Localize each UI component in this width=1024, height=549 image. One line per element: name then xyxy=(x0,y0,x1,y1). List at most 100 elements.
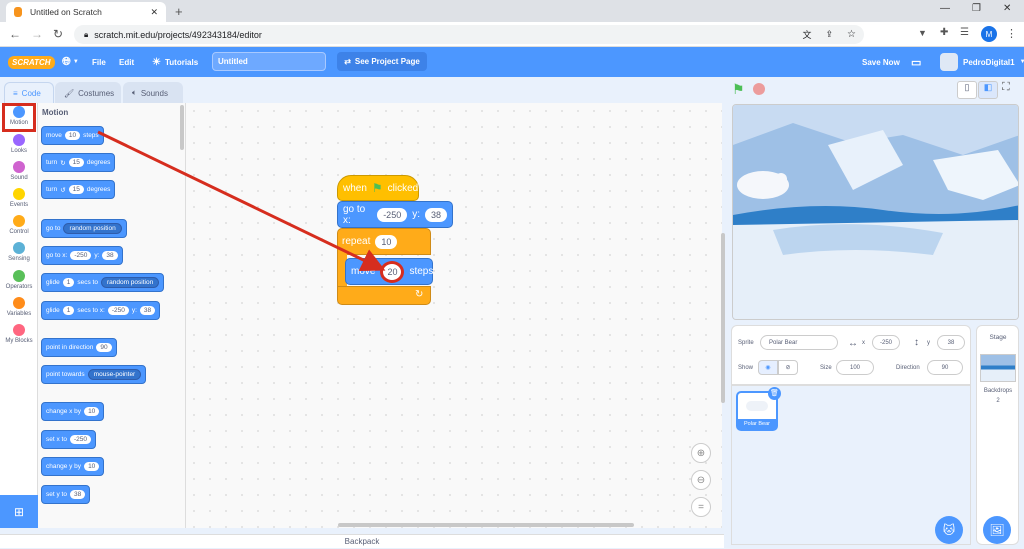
goto-y-input[interactable]: 38 xyxy=(424,207,447,222)
fullscreen-icon[interactable]: ⛶ xyxy=(1002,81,1010,94)
url-field[interactable]: 🔒︎ scratch.mit.edu/projects/492343184/ed… xyxy=(74,25,864,44)
workspace-v-scrollbar[interactable] xyxy=(721,233,725,403)
sprite-list: Polar Bear 🗑︎ 🐱︎ xyxy=(731,385,971,545)
move-steps-block[interactable]: move 20 steps xyxy=(345,258,433,285)
workspace-h-scrollbar[interactable] xyxy=(338,523,634,527)
goto-x-input[interactable]: -250 xyxy=(377,207,408,222)
browser-tab-bar: Untitled on Scratch ✕ + — ❐ ✕ xyxy=(0,0,1024,22)
zoom-in-button[interactable]: ⊕ xyxy=(691,443,711,463)
minimize-icon[interactable]: — xyxy=(940,3,950,14)
back-icon[interactable]: ← xyxy=(9,27,21,41)
category-operators[interactable]: Operators xyxy=(0,269,38,296)
category-events[interactable]: Events xyxy=(0,187,38,214)
profile-avatar[interactable]: M xyxy=(981,26,997,42)
code-workspace[interactable]: when ⚑ clicked go to x: -250 y: 38 repea… xyxy=(186,103,725,528)
palette-turn-right-block[interactable]: turn ↻ 15 degrees xyxy=(41,153,116,172)
my-stuff-folder-icon[interactable]: ▭ xyxy=(911,47,921,77)
account-menu[interactable]: PedroDigital1 ▼ xyxy=(940,47,1024,77)
project-title-input[interactable]: Untitled xyxy=(212,52,326,71)
extension-icon[interactable]: ▼ xyxy=(918,28,927,38)
repeat-count-input[interactable]: 10 xyxy=(375,234,398,249)
show-visible-button[interactable]: ◉ xyxy=(758,360,778,375)
stage-canvas[interactable] xyxy=(732,104,1019,320)
category-control[interactable]: Control xyxy=(0,214,38,241)
stop-icon[interactable] xyxy=(753,83,765,95)
reload-icon[interactable]: ↻ xyxy=(53,27,63,41)
save-now-button[interactable]: Save Now xyxy=(862,47,900,77)
palette-glide-to-block[interactable]: glide 1 secs to random position xyxy=(41,273,165,292)
stage-selector-panel[interactable]: Stage Backdrops 2 🖼︎ xyxy=(976,325,1019,545)
sensing-dot-icon xyxy=(13,242,25,254)
category-variables[interactable]: Variables xyxy=(0,296,38,323)
palette-point-towards-block[interactable]: point towards mouse-pointer xyxy=(41,365,147,384)
sprite-direction-input[interactable]: 90 xyxy=(927,360,963,375)
palette-change-x-block[interactable]: change x by 10 xyxy=(41,402,105,421)
zoom-reset-button[interactable]: = xyxy=(691,497,711,517)
goto-xy-block[interactable]: go to x: -250 y: 38 xyxy=(337,201,453,228)
sprite-y-input[interactable]: 38 xyxy=(937,335,965,350)
maximize-icon[interactable]: ❐ xyxy=(972,3,981,14)
puzzle-icon[interactable]: ✚ xyxy=(940,27,948,38)
scratch-logo[interactable]: SCRATCH xyxy=(8,47,55,77)
palette-set-y-block[interactable]: set y to 38 xyxy=(41,485,91,504)
show-hidden-button[interactable]: ⊘ xyxy=(778,360,798,375)
block-categories: Motion Looks Sound Events Control Sensin… xyxy=(0,103,38,528)
large-stage-icon[interactable]: ◧ xyxy=(978,81,998,99)
add-extension-button[interactable]: ⊞ xyxy=(0,495,38,528)
palette-glide-xy-block[interactable]: glide 1 secs to x: -250 y: 38 xyxy=(41,301,161,320)
close-window-icon[interactable]: ✕ xyxy=(1003,3,1011,14)
file-menu[interactable]: File xyxy=(92,47,106,77)
scratch-menu-bar: SCRATCH 🌐︎ ▼ File Edit ☀ Tutorials Untitle… xyxy=(0,47,1024,77)
globe-icon: 🌐︎ xyxy=(62,55,71,68)
share-icon[interactable]: ⇪ xyxy=(825,29,833,40)
sprite-name-input[interactable]: Polar Bear xyxy=(760,335,838,350)
tab-sounds[interactable]: 🔈︎ Sounds xyxy=(123,82,183,103)
sprite-size-input[interactable]: 100 xyxy=(836,360,874,375)
move-steps-input[interactable]: 20 xyxy=(380,260,405,283)
category-sensing[interactable]: Sensing xyxy=(0,241,38,268)
zoom-out-button[interactable]: ⊖ xyxy=(691,470,711,490)
language-menu[interactable]: 🌐︎ ▼ xyxy=(62,47,79,77)
tutorials-button[interactable]: ☀ Tutorials xyxy=(152,47,198,77)
reading-list-icon[interactable]: ☰ xyxy=(960,27,969,38)
category-looks[interactable]: Looks xyxy=(0,133,38,160)
sprite-x-input[interactable]: -250 xyxy=(872,335,900,350)
palette-scrollbar[interactable] xyxy=(180,105,184,150)
events-dot-icon xyxy=(13,188,25,200)
choose-sprite-button[interactable]: 🐱︎ xyxy=(935,516,963,544)
more-menu-icon[interactable]: ⋮ xyxy=(1006,27,1017,40)
palette-heading: Motion xyxy=(42,108,69,117)
tab-costumes[interactable]: 🖌︎ Costumes xyxy=(55,82,121,103)
scratch-favicon-icon xyxy=(14,7,22,17)
palette-set-x-block[interactable]: set x to -250 xyxy=(41,430,96,449)
palette-point-direction-block[interactable]: point in direction 90 xyxy=(41,338,117,357)
browser-tab[interactable]: Untitled on Scratch ✕ xyxy=(6,2,166,22)
palette-change-y-block[interactable]: change y by 10 xyxy=(41,457,105,476)
edit-menu[interactable]: Edit xyxy=(119,47,134,77)
stage-thumbnail[interactable] xyxy=(980,354,1016,382)
speaker-icon: 🔈︎ xyxy=(132,88,137,97)
block-palette: Motion move 10 steps turn ↻ 15 degrees turn ↺ 1… xyxy=(38,103,186,528)
delete-sprite-icon[interactable]: 🗑︎ xyxy=(768,387,781,400)
new-tab-icon[interactable]: + xyxy=(175,4,183,19)
close-tab-icon[interactable]: ✕ xyxy=(150,7,158,18)
bookmark-star-icon[interactable]: ☆ xyxy=(847,29,856,40)
translate-icon[interactable]: 文 xyxy=(802,28,811,41)
forward-icon[interactable]: → xyxy=(31,27,43,41)
palette-turn-left-block[interactable]: turn ↺ 15 degrees xyxy=(41,180,116,199)
palette-goto-block[interactable]: go to random position xyxy=(41,219,127,238)
palette-gotoxy-block[interactable]: go to x: -250 y: 38 xyxy=(41,246,123,265)
when-flag-clicked-block[interactable]: when ⚑ clicked xyxy=(337,175,419,201)
choose-backdrop-button[interactable]: 🖼︎ xyxy=(983,516,1011,544)
category-sound[interactable]: Sound xyxy=(0,160,38,187)
see-project-page-button[interactable]: ⇄ See Project Page xyxy=(337,52,427,71)
tab-title: Untitled on Scratch xyxy=(30,7,102,17)
small-stage-icon[interactable]: ▯ xyxy=(957,81,977,99)
backpack-bar[interactable]: Backpack xyxy=(0,534,724,548)
category-my-blocks[interactable]: My Blocks xyxy=(0,323,38,350)
green-flag-run-icon[interactable]: ⚑ xyxy=(732,81,745,98)
polar-bear-image xyxy=(746,401,768,411)
editor-tabs: ≡ Code 🖌︎ Costumes 🔈︎ Sounds xyxy=(0,77,722,103)
palette-move-block[interactable]: move 10 steps xyxy=(41,126,104,145)
tab-code[interactable]: ≡ Code xyxy=(4,82,54,103)
